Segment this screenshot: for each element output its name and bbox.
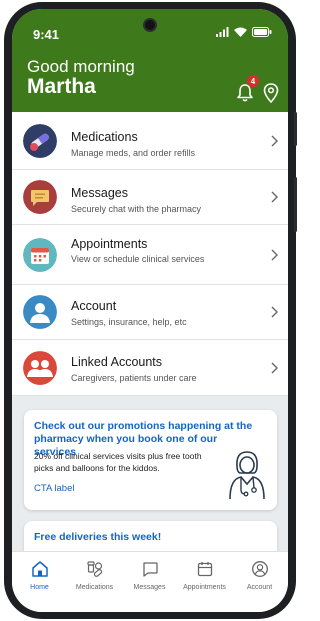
delivery-promo-title: Free deliveries this week! (34, 531, 162, 543)
promo-text: 20% off clinical services visits plus fr… (34, 451, 202, 473)
phone-frame: 9:41 Good morning Martha 4 Medications M… (4, 2, 297, 619)
signal-icon (216, 27, 229, 37)
app-header: 9:41 Good morning Martha 4 (12, 9, 288, 112)
pills-icon (23, 123, 57, 158)
bottom-navigation: Home Medications Messages Appointments A… (12, 551, 288, 612)
nav-appointments[interactable]: Appointments (177, 560, 232, 591)
menu-item-account[interactable]: Account Settings, insurance, help, etc (12, 285, 288, 340)
calendar-icon (23, 237, 57, 272)
medications-title: Medications (71, 130, 138, 144)
greeting-text: Good morning (27, 57, 135, 76)
messages-title: Messages (71, 186, 128, 200)
battery-icon (252, 27, 272, 37)
chevron-right-icon (271, 249, 278, 260)
main-menu: Medications Manage meds, and order refil… (12, 112, 288, 396)
nav-messages[interactable]: Messages (122, 560, 177, 591)
screen: 9:41 Good morning Martha 4 Medications M… (12, 9, 288, 612)
chat-icon (23, 180, 57, 214)
calendar-icon (197, 562, 212, 577)
medications-icon (86, 561, 102, 577)
menu-item-appointments[interactable]: Appointments View or schedule clinical s… (12, 225, 288, 285)
location-pin-icon[interactable] (263, 83, 279, 103)
status-icons (216, 27, 272, 37)
nav-medications-label: Medications (75, 584, 114, 591)
appointments-title: Appointments (71, 237, 148, 251)
linked-accounts-subtitle: Caregivers, patients under care (71, 373, 197, 383)
camera-cutout (143, 18, 157, 32)
promo-cta-link[interactable]: CTA label (34, 483, 74, 494)
volume-button (294, 112, 297, 146)
menu-item-linked-accounts[interactable]: Linked Accounts Caregivers, patients und… (12, 340, 288, 396)
people-icon (23, 350, 57, 385)
messages-subtitle: Securely chat with the pharmacy (71, 204, 202, 214)
chevron-right-icon (271, 362, 278, 373)
promo-card[interactable]: Check out our promotions happening at th… (24, 410, 277, 510)
power-button (294, 177, 297, 232)
status-bar: 9:41 (12, 9, 288, 45)
nav-home[interactable]: Home (12, 560, 67, 591)
user-name: Martha (27, 75, 96, 98)
menu-item-medications[interactable]: Medications Manage meds, and order refil… (12, 112, 288, 170)
account-title: Account (71, 299, 117, 313)
chevron-right-icon (271, 306, 278, 318)
nav-appointments-label: Appointments (183, 584, 226, 591)
account-icon (251, 561, 268, 577)
doctor-icon (229, 451, 265, 500)
nav-account-label: Account (246, 584, 273, 591)
nav-home-label: Home (30, 584, 49, 591)
nav-account[interactable]: Account (232, 560, 287, 591)
medications-subtitle: Manage meds, and order refills (71, 148, 196, 158)
wifi-icon (234, 27, 247, 37)
appointments-subtitle: View or schedule clinical services (71, 254, 205, 264)
menu-item-messages[interactable]: Messages Securely chat with the pharmacy (12, 170, 288, 225)
nav-medications[interactable]: Medications (67, 560, 122, 591)
person-icon (23, 295, 57, 329)
home-icon (31, 561, 48, 577)
chevron-right-icon (271, 191, 278, 203)
notification-badge: 4 (247, 75, 259, 87)
chevron-right-icon (271, 135, 278, 146)
message-icon (142, 562, 158, 577)
linked-accounts-title: Linked Accounts (71, 355, 163, 369)
status-time: 9:41 (33, 27, 60, 42)
account-subtitle: Settings, insurance, help, etc (71, 317, 187, 327)
nav-messages-label: Messages (133, 584, 166, 591)
